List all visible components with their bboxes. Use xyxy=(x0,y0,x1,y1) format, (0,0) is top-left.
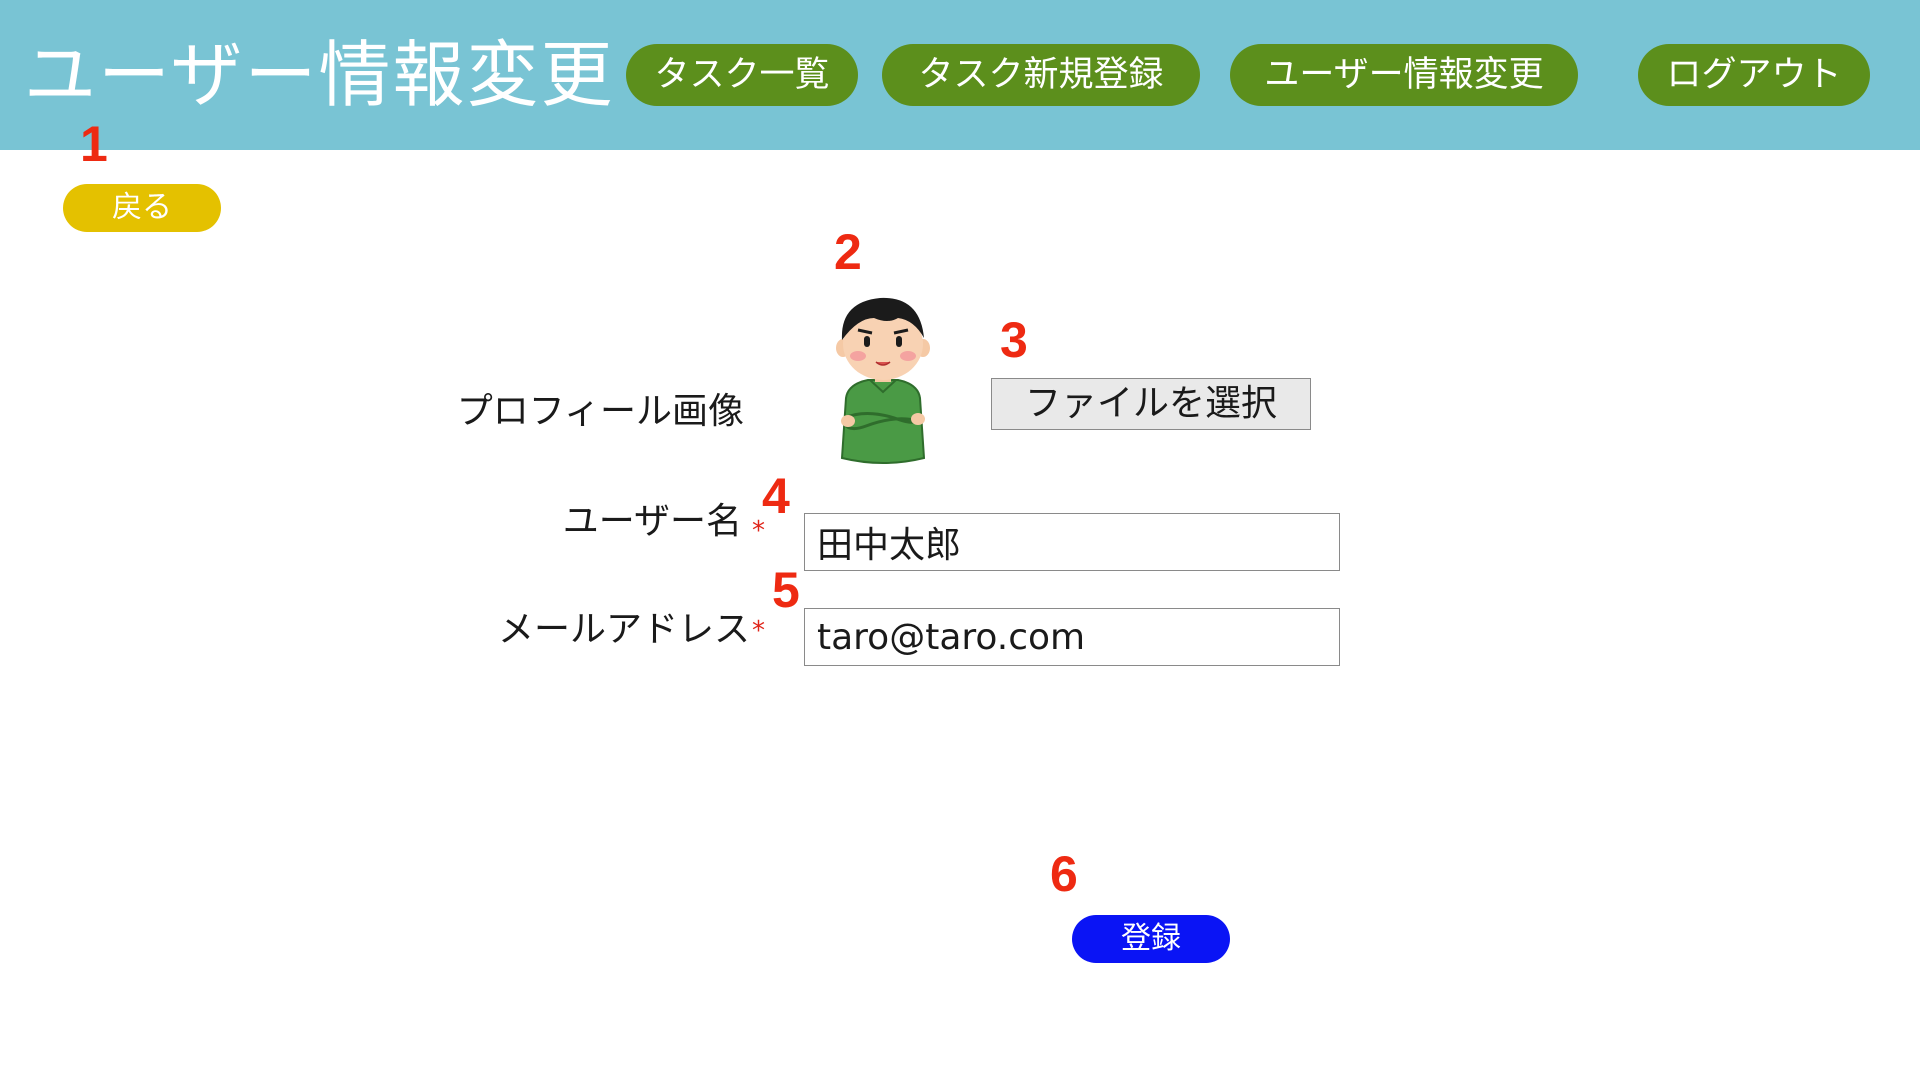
username-required-mark: * xyxy=(752,516,765,546)
email-required-mark: * xyxy=(752,616,765,646)
username-label: ユーザー名 xyxy=(562,501,742,542)
choose-file-button[interactable]: ファイルを選択 xyxy=(991,378,1311,430)
annotation-1: 1 xyxy=(80,116,108,172)
back-button[interactable]: 戻る xyxy=(63,184,221,232)
email-label: メールアドレス xyxy=(497,609,750,650)
profile-image-label: プロフィール画像 xyxy=(456,391,744,432)
nav-logout-button[interactable]: ログアウト xyxy=(1638,44,1870,106)
page-title: ユーザー情報変更 xyxy=(24,33,615,117)
app-header: ユーザー情報変更 タスク一覧 タスク新規登録 ユーザー情報変更 ログアウト xyxy=(0,0,1920,150)
annotation-4: 4 xyxy=(762,468,790,524)
nav-new-task-button[interactable]: タスク新規登録 xyxy=(882,44,1200,106)
email-input[interactable] xyxy=(804,608,1340,666)
nav-user-settings-button[interactable]: ユーザー情報変更 xyxy=(1230,44,1578,106)
register-button[interactable]: 登録 xyxy=(1072,915,1230,963)
person-avatar-icon xyxy=(836,297,930,464)
annotation-6: 6 xyxy=(1050,846,1078,902)
username-input[interactable] xyxy=(804,513,1340,571)
annotation-3: 3 xyxy=(1000,312,1028,368)
annotation-2: 2 xyxy=(834,224,862,280)
nav-task-list-button[interactable]: タスク一覧 xyxy=(626,44,858,106)
annotation-5: 5 xyxy=(772,562,800,618)
